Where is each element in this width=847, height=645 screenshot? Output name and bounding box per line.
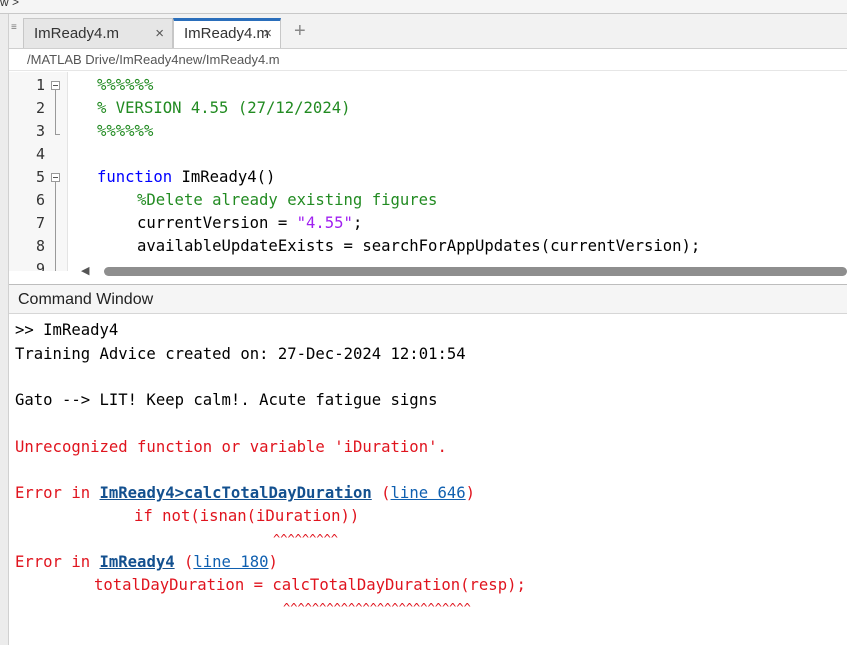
- error-trace-2: Error in ImReady4 (line 180): [15, 551, 278, 574]
- tab-imready4-first[interactable]: ImReady4.m ×: [23, 18, 173, 48]
- prompt-line: >> ImReady4: [15, 321, 119, 339]
- line-number: 7: [35, 214, 45, 232]
- tab-label: ImReady4.m: [34, 25, 120, 42]
- assignment: currentVersion =: [137, 214, 297, 232]
- function-signature: ImReady4(): [172, 168, 276, 186]
- fold-collapse-icon[interactable]: [51, 81, 60, 90]
- fold-guide: [55, 182, 56, 271]
- editor-panel: ≡ ImReady4.m × ImReady4.m × + /MATLAB Dr…: [9, 14, 847, 284]
- paren-close: ): [465, 484, 476, 502]
- error-line-link[interactable]: line 646: [391, 484, 466, 502]
- close-icon[interactable]: ×: [155, 19, 164, 49]
- add-tab-icon[interactable]: +: [294, 20, 306, 43]
- error-prefix: Error in: [15, 553, 100, 571]
- error-function-link[interactable]: ImReady4: [100, 553, 175, 571]
- line-number-gutter: 1 2 3 4 5 6 7 8 9: [9, 72, 68, 271]
- tab-imready4-active[interactable]: ImReady4.m ×: [173, 18, 281, 48]
- editor-tab-bar: ≡ ImReady4.m × ImReady4.m × +: [9, 14, 847, 49]
- code-line-8: availableUpdateExists = searchForAppUpda…: [137, 237, 701, 255]
- error-function-link[interactable]: ImReady4>calcTotalDayDuration: [100, 484, 372, 502]
- status-line: Gato --> LIT! Keep calm!. Acute fatigue …: [15, 391, 438, 409]
- left-dock-strip: [0, 14, 9, 645]
- error-code-1: if not(isnan(iDuration)): [134, 507, 360, 525]
- paren-open: (: [174, 553, 194, 571]
- top-menu-fragment[interactable]: w >: [0, 0, 19, 8]
- horizontal-scrollbar[interactable]: ◀: [79, 264, 847, 278]
- advice-line: Training Advice created on: 27-Dec-2024 …: [15, 345, 466, 363]
- line-number: 5: [35, 168, 45, 186]
- line-number: 8: [35, 237, 45, 255]
- line-number: 6: [35, 191, 45, 209]
- paren-open: (: [371, 484, 391, 502]
- line-number: 9: [35, 260, 45, 271]
- tab-menu-icon[interactable]: ≡: [11, 22, 19, 36]
- error-code-2: totalDayDuration = calcTotalDayDuration(…: [94, 576, 526, 594]
- code-line-6: %Delete already existing figures: [137, 191, 438, 209]
- close-icon[interactable]: ×: [263, 21, 272, 47]
- error-carets-2: ^^^^^^^^^^^^^^^^^^^^^^^^^^: [283, 601, 471, 615]
- code-line-1: %%%%%%: [97, 76, 154, 94]
- semicolon: ;: [352, 214, 363, 232]
- error-prefix: Error in: [15, 484, 100, 502]
- code-line-3: %%%%%%: [97, 122, 154, 140]
- line-number: 1: [35, 76, 45, 94]
- string-literal: "4.55": [296, 214, 353, 232]
- command-window-output[interactable]: >> ImReady4 Training Advice created on: …: [9, 315, 847, 645]
- code-line-2: % VERSION 4.55 (27/12/2024): [97, 99, 351, 117]
- paren-close: ): [268, 553, 278, 571]
- scrollbar-thumb[interactable]: [104, 267, 847, 276]
- top-menu-strip: w >: [0, 0, 847, 14]
- error-message: Unrecognized function or variable 'iDura…: [15, 438, 447, 456]
- error-line-link[interactable]: line 180: [193, 553, 268, 571]
- code-line-5: function ImReady4(): [97, 166, 275, 189]
- code-editor[interactable]: 1 2 3 4 5 6 7 8 9 %%%%%% % VERSION 4.55 …: [9, 72, 847, 271]
- fold-guide: [55, 90, 56, 134]
- code-line-7: currentVersion = "4.55";: [137, 212, 362, 235]
- error-trace-1: Error in ImReady4>calcTotalDayDuration (…: [15, 482, 475, 505]
- scroll-left-icon[interactable]: ◀: [81, 264, 89, 278]
- fold-collapse-icon[interactable]: [51, 173, 60, 182]
- error-carets-1: ^^^^^^^^^: [273, 532, 339, 546]
- line-number: 3: [35, 122, 45, 140]
- keyword-function: function: [97, 168, 173, 186]
- tab-label: ImReady4.m: [184, 25, 270, 42]
- file-path-breadcrumb: /MATLAB Drive/ImReady4new/ImReady4.m: [9, 49, 847, 71]
- command-window-title: Command Window: [9, 284, 847, 314]
- fold-guide-end: [55, 134, 60, 135]
- line-number: 4: [35, 145, 45, 163]
- line-number: 2: [35, 99, 45, 117]
